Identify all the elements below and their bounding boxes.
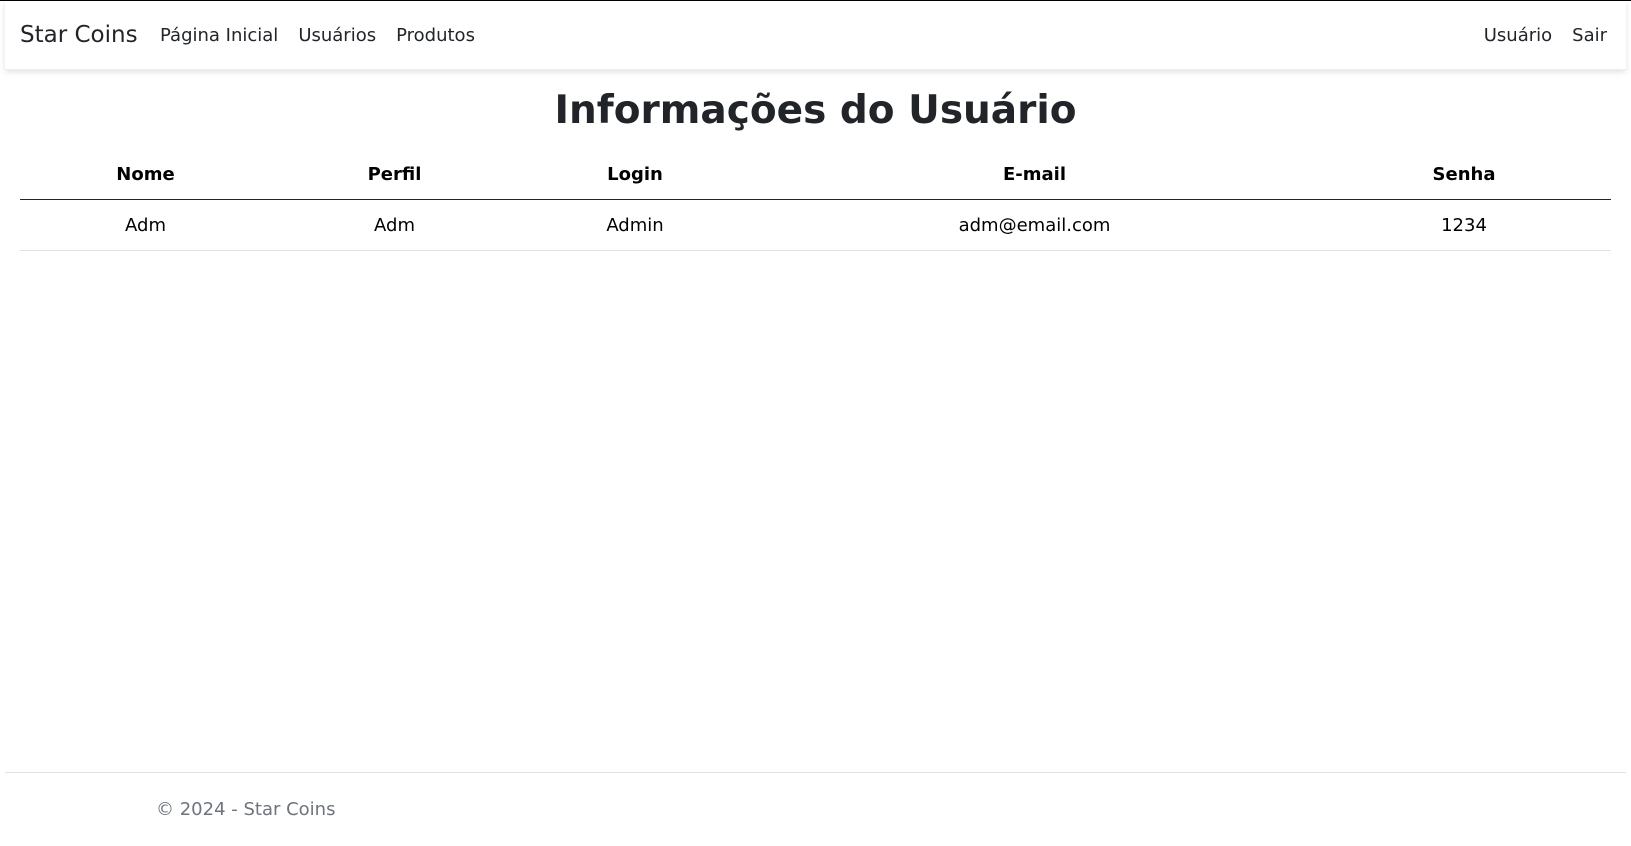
nav-link-usuarios[interactable]: Usuários [298, 1, 376, 70]
header-nome: Nome [20, 150, 271, 200]
nav-link-produtos[interactable]: Produtos [396, 1, 475, 70]
table-header-row: Nome Perfil Login E-mail Senha [20, 150, 1611, 200]
page-title: Informações do Usuário [554, 88, 1077, 133]
nav-link-sair[interactable]: Sair [1572, 1, 1607, 70]
nav-left: Página Inicial Usuários Produtos [160, 1, 475, 70]
cell-email: adm@email.com [752, 199, 1317, 251]
nav-right: Usuário Sair [1464, 1, 1607, 70]
nav-link-usuario[interactable]: Usuário [1484, 1, 1552, 70]
footer: © 2024 - Star Coins [5, 772, 1626, 846]
navbar: Star Coins Página Inicial Usuários Produ… [5, 1, 1626, 70]
table-row: Adm Adm Admin adm@email.com 1234 [20, 199, 1611, 251]
header-email: E-mail [752, 150, 1317, 200]
header-login: Login [518, 150, 752, 200]
cell-senha: 1234 [1317, 199, 1611, 251]
footer-copyright: © 2024 - Star Coins [156, 799, 336, 820]
header-senha: Senha [1317, 150, 1611, 200]
user-info-table: Nome Perfil Login E-mail Senha Adm Adm A… [20, 150, 1611, 251]
brand-link[interactable]: Star Coins [20, 1, 138, 70]
cell-login: Admin [518, 199, 752, 251]
cell-nome: Adm [20, 199, 271, 251]
cell-perfil: Adm [271, 199, 518, 251]
nav-link-pagina-inicial[interactable]: Página Inicial [160, 1, 278, 70]
header-perfil: Perfil [271, 150, 518, 200]
